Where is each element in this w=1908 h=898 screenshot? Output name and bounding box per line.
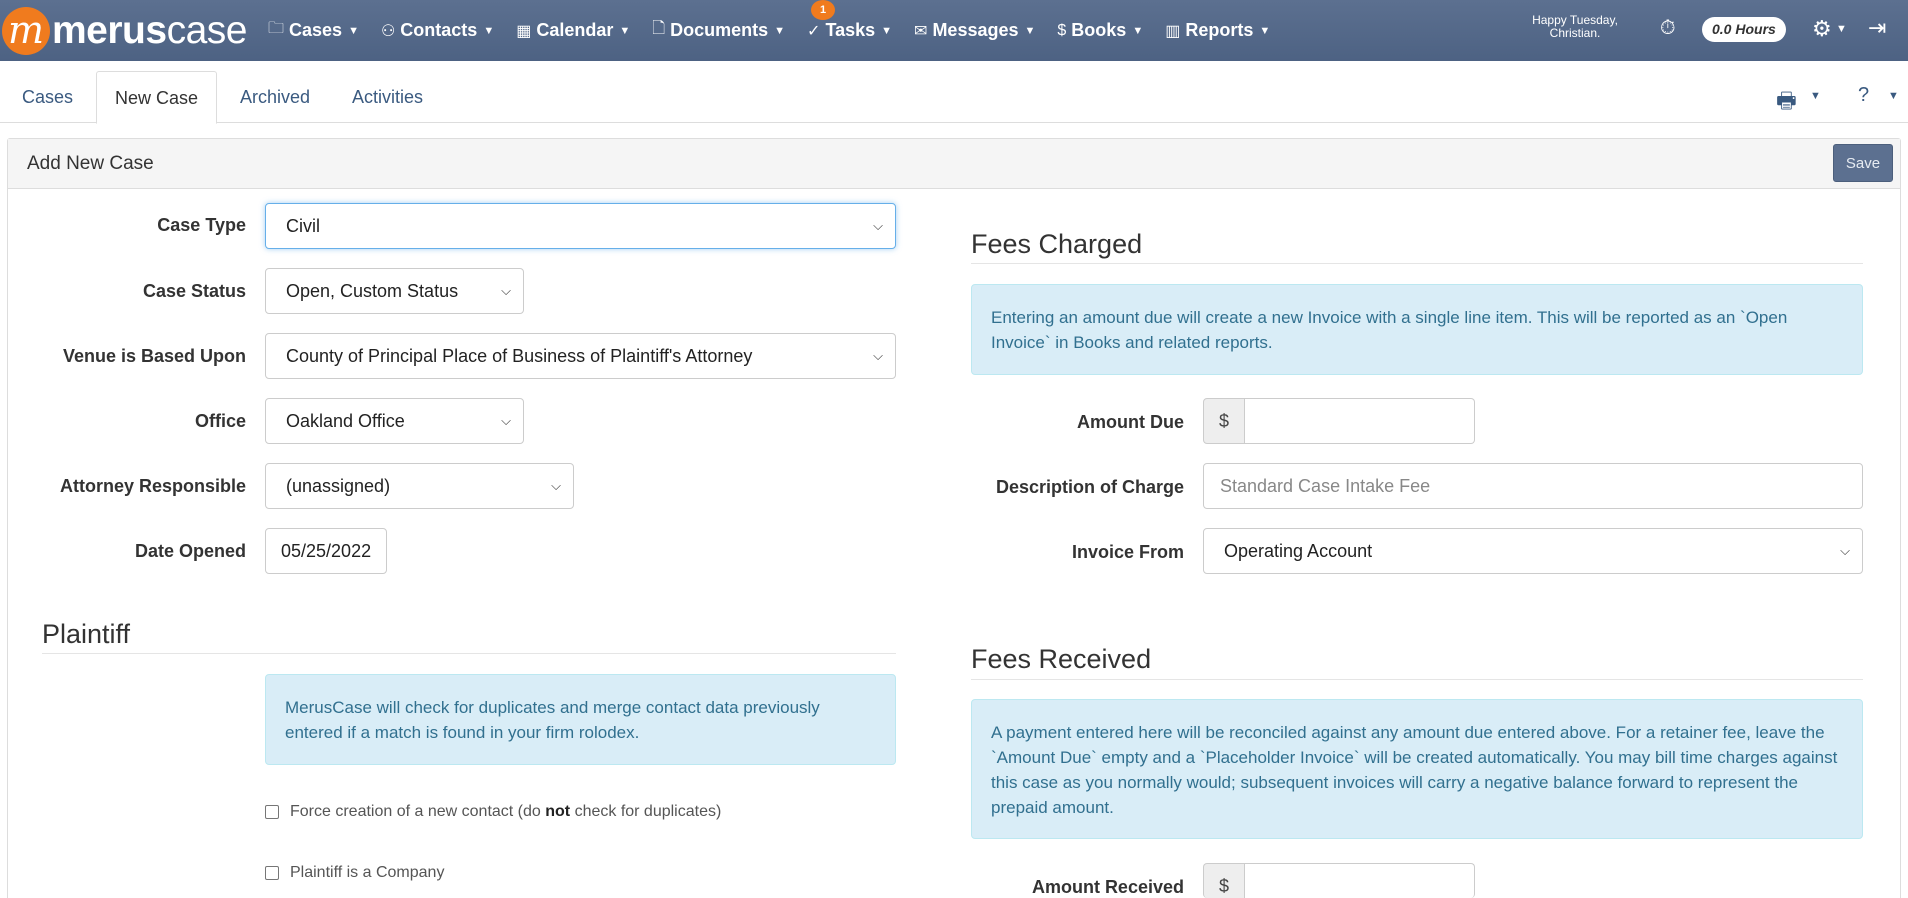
caret-down-icon: ▼ <box>1024 24 1036 37</box>
tab-new-case[interactable]: New Case <box>96 71 218 124</box>
chevron-down-icon: ⌵ <box>501 413 511 428</box>
tab-activities[interactable]: Activities <box>334 71 441 123</box>
fees-received-heading: Fees Received <box>971 644 1152 674</box>
caret-down-icon: ▼ <box>619 24 631 37</box>
caret-down-icon[interactable]: ▼ <box>1810 90 1821 102</box>
gear-icon[interactable]: ⚙ <box>1812 16 1832 42</box>
case-type-label: Case Type <box>157 215 246 235</box>
panel-header: Add New Case Save <box>8 139 1900 189</box>
caret-down-icon[interactable]: ▼ <box>1836 23 1847 35</box>
invoice-from-label: Invoice From <box>1071 542 1184 562</box>
venue-select[interactable]: County of Principal Place of Business of… <box>265 333 896 379</box>
caret-down-icon[interactable]: ▼ <box>1888 90 1899 102</box>
plaintiff-company-row[interactable]: Plaintiff is a Company <box>265 864 444 882</box>
calendar-icon: ▦ <box>516 22 532 40</box>
bar-chart-icon: ▥ <box>1165 22 1181 40</box>
fees-received-info-alert: A payment entered here will be reconcile… <box>971 699 1863 839</box>
user-greeting: Happy Tuesday, Christian. <box>1532 13 1618 40</box>
caret-down-icon: ▼ <box>1132 24 1144 37</box>
force-new-contact-row[interactable]: Force creation of a new contact (do not … <box>265 803 721 821</box>
tab-archived[interactable]: Archived <box>222 71 328 123</box>
divider <box>971 679 1863 680</box>
folder-icon: 🗀 <box>268 20 285 37</box>
caret-down-icon: ▼ <box>483 24 495 37</box>
amount-received-input[interactable] <box>1245 863 1475 898</box>
currency-addon: $ <box>1203 863 1245 898</box>
chevron-down-icon: ⌵ <box>551 478 561 493</box>
logo-text: meruscase <box>52 9 247 52</box>
tasks-count-badge: 1 <box>811 0 836 20</box>
date-opened-input[interactable]: 05/25/2022 <box>265 528 387 574</box>
case-status-label: Case Status <box>142 281 246 301</box>
divider <box>42 653 896 654</box>
users-icon: ⚇ <box>380 22 396 40</box>
document-icon: 🗋 <box>652 20 666 37</box>
chevron-down-icon: ⌵ <box>873 218 883 233</box>
dollar-circle-icon: $ <box>1057 21 1067 39</box>
date-opened-label: Date Opened <box>134 541 246 561</box>
plaintiff-company-label: Plaintiff is a Company <box>290 864 445 881</box>
chevron-down-icon: ⌵ <box>1840 543 1850 558</box>
description-input[interactable]: Standard Case Intake Fee <box>1203 463 1863 509</box>
nav-documents[interactable]: 🗋 Documents ▼ <box>652 17 785 44</box>
case-status-select[interactable]: Open, Custom Status ⌵ <box>265 268 524 314</box>
nav-books[interactable]: $ Books ▼ <box>1057 20 1143 41</box>
save-button[interactable]: Save <box>1833 144 1893 182</box>
nav-contacts[interactable]: ⚇ Contacts ▼ <box>381 20 494 41</box>
nav-calendar[interactable]: ▦ Calendar ▼ <box>516 20 630 41</box>
chevron-down-icon: ⌵ <box>873 348 883 363</box>
sign-out-icon[interactable]: ⇥ <box>1868 15 1886 41</box>
top-navbar: m meruscase 🗀 Cases ▼ ⚇ Contacts ▼ ▦ Calendar… <box>0 0 1908 61</box>
amount-due-input[interactable] <box>1245 398 1475 444</box>
amount-received-label: Amount Received <box>1031 877 1184 897</box>
help-icon[interactable]: ? <box>1858 84 1869 107</box>
main-nav: 🗀 Cases ▼ ⚇ Contacts ▼ ▦ Calendar ▼ 🗋 Documents… <box>268 0 1292 61</box>
printer-icon[interactable]: 🖶 <box>1776 84 1797 122</box>
envelope-icon: ✉ <box>914 22 928 40</box>
hours-badge[interactable]: 0.0 Hours <box>1702 17 1786 42</box>
nav-cases[interactable]: 🗀 Cases ▼ <box>268 17 359 44</box>
meruscase-logo[interactable]: m meruscase <box>0 4 247 58</box>
plaintiff-heading: Plaintiff <box>42 619 131 649</box>
force-new-contact-label: Force creation of a new contact (do not … <box>290 803 722 820</box>
currency-addon: $ <box>1203 398 1245 444</box>
office-select[interactable]: Oakland Office ⌵ <box>265 398 524 444</box>
logo-mark-icon: m <box>2 7 50 55</box>
check-circle-icon: ✓ <box>807 22 821 40</box>
nav-reports[interactable]: ▥ Reports ▼ <box>1165 20 1270 41</box>
caret-down-icon: ▼ <box>774 24 786 37</box>
plaintiff-info-alert: MerusCase will check for duplicates and … <box>265 674 896 765</box>
chevron-down-icon: ⌵ <box>501 283 511 298</box>
caret-down-icon: ▼ <box>881 24 893 37</box>
nav-tasks[interactable]: 1 ✓ Tasks ▼ <box>807 0 893 41</box>
case-tabs: Cases New Case Archived Activities <box>0 61 1908 124</box>
amount-due-label: Amount Due <box>1077 412 1184 432</box>
panel-title: Add New Case <box>27 153 154 174</box>
caret-down-icon: ▼ <box>348 24 359 37</box>
caret-down-icon: ▼ <box>1259 24 1271 37</box>
tab-cases[interactable]: Cases <box>4 71 91 123</box>
office-label: Office <box>194 411 246 431</box>
force-new-contact-checkbox[interactable] <box>265 805 279 819</box>
attorney-select[interactable]: (unassigned) ⌵ <box>265 463 574 509</box>
description-label: Description of Charge <box>995 477 1184 497</box>
attorney-label: Attorney Responsible <box>59 476 246 496</box>
case-type-select[interactable]: Civil ⌵ <box>265 203 896 249</box>
nav-messages[interactable]: ✉ Messages ▼ <box>914 20 1035 41</box>
invoice-from-select[interactable]: Operating Account ⌵ <box>1203 528 1863 574</box>
stopwatch-icon[interactable]: ⏱ <box>1660 17 1676 40</box>
plaintiff-company-checkbox[interactable] <box>265 866 279 880</box>
fees-charged-info-alert: Entering an amount due will create a new… <box>971 284 1863 375</box>
divider <box>971 263 1863 264</box>
venue-label: Venue is Based Upon <box>62 346 246 366</box>
fees-charged-heading: Fees Charged <box>971 229 1143 259</box>
